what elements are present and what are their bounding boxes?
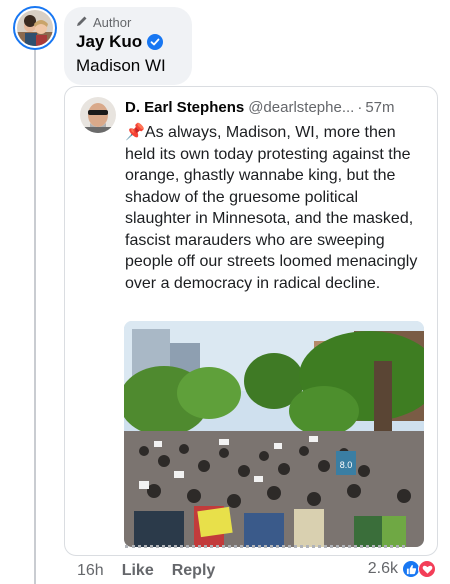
- like-button[interactable]: Like: [122, 562, 154, 580]
- protest-photo[interactable]: 8.0: [124, 321, 424, 547]
- shared-post-avatar[interactable]: [80, 97, 116, 133]
- shared-post-author[interactable]: D. Earl Stephens: [125, 99, 244, 116]
- commenter-avatar[interactable]: [13, 6, 57, 50]
- reaction-summary[interactable]: 2.6k: [368, 560, 436, 578]
- shared-post-handle[interactable]: @dearlstephe...: [248, 99, 354, 116]
- reaction-count: 2.6k: [367, 560, 398, 577]
- shared-post-body: 📌As always, Madison, WI, more then held …: [125, 122, 425, 294]
- pushpin-icon: 📌: [125, 124, 145, 141]
- shared-post-text: As always, Madison, WI, more then held i…: [125, 124, 418, 292]
- truncated-content-edge: [125, 545, 405, 553]
- shared-post-card[interactable]: D. Earl Stephens @dearlstephe... · 57m 📌…: [64, 86, 438, 556]
- shared-post-header: D. Earl Stephens @dearlstephe... · 57m: [125, 99, 427, 116]
- comment-text: Madison WI: [76, 56, 166, 75]
- photo-sign-label: 8.0: [340, 460, 353, 470]
- verified-badge-icon: [147, 34, 164, 50]
- author-badge-label: Author: [93, 15, 132, 30]
- commenter-name[interactable]: Jay Kuo: [76, 32, 142, 52]
- shared-post-time[interactable]: 57m: [365, 99, 394, 116]
- love-icon: [418, 560, 436, 578]
- reply-button[interactable]: Reply: [172, 562, 216, 580]
- thread-line: [34, 48, 36, 584]
- comment-time[interactable]: 16h: [77, 562, 104, 580]
- separator-dot: ·: [357, 99, 363, 116]
- comment-bubble: Author Jay Kuo Madison WI: [64, 7, 192, 85]
- author-badge: Author: [76, 15, 180, 30]
- avatar-photo: [17, 10, 53, 46]
- pencil-icon: [76, 15, 88, 30]
- comment-actions: 16h Like Reply: [77, 562, 215, 580]
